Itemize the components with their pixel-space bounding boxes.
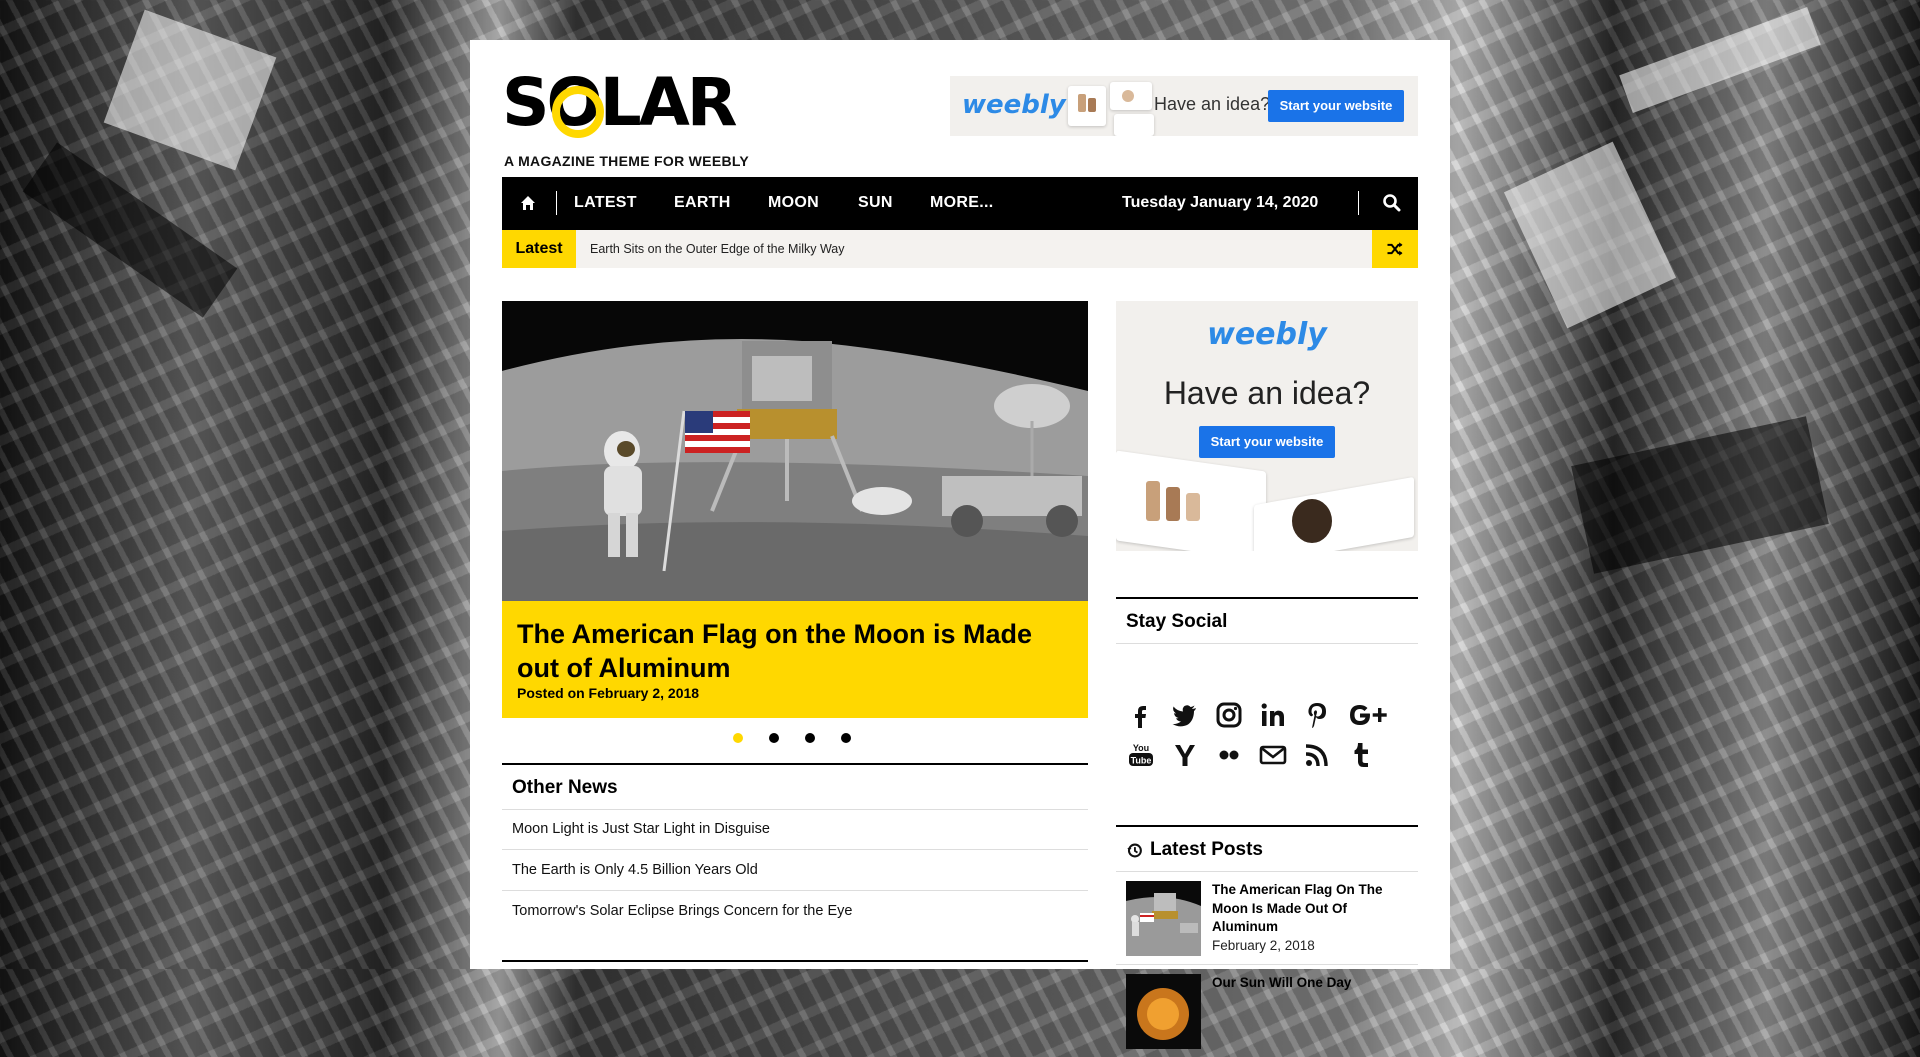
facebook-icon[interactable] — [1126, 700, 1156, 730]
home-icon[interactable] — [520, 194, 536, 212]
tumblr-icon[interactable] — [1346, 740, 1376, 770]
svg-text:Tube: Tube — [1131, 756, 1152, 766]
news-link[interactable]: Moon Light is Just Star Light in Disguis… — [512, 821, 770, 837]
logo-wordmark: SOLAR — [502, 64, 738, 141]
flickr-icon[interactable] — [1214, 740, 1244, 770]
latest-post-item[interactable]: Our Sun Will One Day — [1116, 964, 1418, 1057]
logo-tagline: A MAGAZINE THEME FOR WEEBLY — [504, 153, 750, 169]
background-shard — [103, 9, 277, 171]
post-thumbnail[interactable] — [1126, 881, 1201, 956]
sidebar-ad[interactable]: weebly Have an idea? Start your website — [1116, 301, 1418, 551]
section-divider — [502, 960, 1088, 962]
other-news-header: Other News — [502, 763, 1088, 810]
nav-item-moon[interactable]: MOON — [768, 194, 819, 212]
logo-sun-ring — [552, 86, 604, 138]
header-ad-banner[interactable]: weebly Have an idea? Start your website — [950, 76, 1418, 136]
shuffle-icon — [1387, 242, 1403, 256]
featured-slider[interactable]: The American Flag on the Moon is Made ou… — [502, 301, 1088, 718]
pinterest-icon[interactable] — [1302, 700, 1332, 730]
list-item[interactable]: Moon Light is Just Star Light in Disguis… — [502, 809, 1088, 850]
instagram-icon[interactable] — [1214, 700, 1244, 730]
slider-dot-2[interactable] — [769, 733, 779, 743]
slide-image[interactable] — [502, 301, 1088, 601]
slider-dot-3[interactable] — [805, 733, 815, 743]
main-navigation: LATEST EARTH MOON SUN MORE... Tuesday Ja… — [502, 177, 1418, 230]
news-link[interactable]: The Earth is Only 4.5 Billion Years Old — [512, 862, 758, 878]
site-logo[interactable]: SOLAR A MAGAZINE THEME FOR WEEBLY — [502, 64, 762, 170]
nav-item-sun[interactable]: SUN — [858, 194, 893, 212]
rss-icon[interactable] — [1302, 740, 1332, 770]
history-icon — [1127, 843, 1142, 858]
slide-caption: The American Flag on the Moon is Made ou… — [502, 601, 1088, 718]
nav-item-latest[interactable]: LATEST — [574, 194, 637, 212]
youtube-icon[interactable]: You Tube — [1126, 740, 1156, 770]
latest-post-item[interactable]: The American Flag On The Moon Is Made Ou… — [1116, 871, 1418, 965]
nav-item-more[interactable]: MORE... — [930, 194, 993, 212]
ad-headline: Have an idea? — [1163, 375, 1371, 411]
ad-cta-button[interactable]: Start your website — [1268, 90, 1404, 122]
social-links: You Tube — [1126, 700, 1416, 790]
nav-divider — [556, 191, 557, 215]
stay-social-heading: Stay Social — [1126, 611, 1228, 632]
post-title-link[interactable]: The American Flag On The Moon Is Made Ou… — [1212, 881, 1412, 937]
ticker-headline-link[interactable]: Earth Sits on the Outer Edge of the Milk… — [590, 242, 845, 256]
ad-cta-button[interactable]: Start your website — [1199, 426, 1335, 458]
background-shard — [1619, 7, 1821, 113]
other-news-heading: Other News — [512, 777, 618, 798]
slider-pagination — [502, 731, 1088, 745]
search-icon[interactable] — [1382, 193, 1402, 213]
weebly-logo: weebly — [1207, 317, 1327, 352]
news-ticker: Latest Earth Sits on the Outer Edge of t… — [502, 230, 1418, 268]
list-item[interactable]: Tomorrow's Solar Eclipse Brings Concern … — [502, 891, 1088, 931]
twitter-icon[interactable] — [1170, 700, 1200, 730]
shuffle-button[interactable] — [1372, 230, 1418, 268]
news-link[interactable]: Tomorrow's Solar Eclipse Brings Concern … — [512, 903, 852, 919]
yahoo-icon[interactable] — [1170, 740, 1200, 770]
latest-posts-header: Latest Posts — [1116, 825, 1418, 872]
slide-title-link[interactable]: The American Flag on the Moon is Made ou… — [517, 617, 1077, 685]
slide-date: Posted on February 2, 2018 — [517, 685, 700, 701]
weebly-logo: weebly — [962, 90, 1066, 120]
page-container: SOLAR A MAGAZINE THEME FOR WEEBLY weebly… — [470, 40, 1450, 1049]
ad-headline: Have an idea? — [1154, 94, 1271, 114]
slider-dot-4[interactable] — [841, 733, 851, 743]
background-shard — [1503, 141, 1677, 329]
nav-divider — [1358, 191, 1359, 215]
slider-dot-1[interactable] — [733, 733, 743, 743]
stay-social-header: Stay Social — [1116, 597, 1418, 644]
background-shard — [1571, 416, 1829, 574]
email-icon[interactable] — [1258, 740, 1288, 770]
nav-item-earth[interactable]: EARTH — [674, 194, 731, 212]
ad-product-thumbnails — [1058, 80, 1163, 136]
latest-posts-heading: Latest Posts — [1150, 839, 1263, 860]
moon-landing-image — [502, 301, 1088, 601]
ticker-label: Latest — [502, 230, 576, 268]
post-thumbnail[interactable] — [1126, 974, 1201, 1049]
current-date: Tuesday January 14, 2020 — [1122, 194, 1319, 211]
background-shard — [22, 142, 238, 318]
other-news-list: Moon Light is Just Star Light in Disguis… — [502, 809, 1088, 931]
list-item[interactable]: The Earth is Only 4.5 Billion Years Old — [502, 850, 1088, 891]
post-title-link[interactable]: Our Sun Will One Day — [1212, 974, 1412, 993]
google-plus-icon[interactable] — [1346, 700, 1390, 730]
svg-text:You: You — [1133, 743, 1149, 753]
linkedin-icon[interactable] — [1258, 700, 1288, 730]
post-date: February 2, 2018 — [1212, 938, 1315, 953]
